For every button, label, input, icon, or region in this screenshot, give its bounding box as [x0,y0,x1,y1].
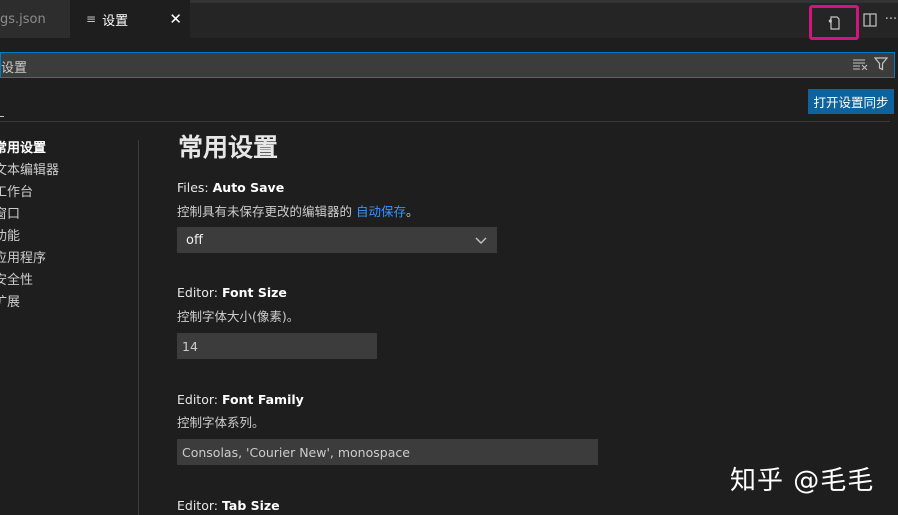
font-family-input[interactable]: Consolas, 'Courier New', monospace [177,439,598,465]
file-lines-icon: ≡ [86,12,97,26]
settings-search-box[interactable]: 设置 [0,52,895,78]
toc-item-window[interactable]: 窗口 [0,204,135,226]
section-heading: 常用设置 [178,133,279,162]
setting-title-auto-save: Files: Auto Save [177,180,284,195]
toc-item-common[interactable]: 常用设置 [0,138,135,160]
clear-filter-icon[interactable] [852,58,868,74]
divider [0,116,4,117]
setting-desc-font-family: 控制字体系列。 [177,415,265,430]
setting-name: Tab Size [221,498,280,513]
split-editor-icon [863,13,877,27]
setting-category: Files: [177,180,213,195]
divider [0,121,890,122]
desc-text: 控制具有未保存更改的编辑器的 [177,204,356,219]
close-icon[interactable]: ✕ [169,10,182,28]
setting-name: Font Size [221,285,287,300]
setting-name: Auto Save [212,180,285,195]
watermark: 知乎 @毛毛 [730,466,875,496]
toc-divider [138,140,139,515]
setting-category: Editor: [177,285,222,300]
setting-title-font-family: Editor: Font Family [177,392,304,407]
setting-category: Editor: [177,498,222,513]
open-settings-json-button[interactable] [809,5,859,40]
tab-label: 设置 [102,13,129,29]
open-settings-sync-button[interactable]: 打开设置同步 [808,89,894,114]
auto-save-link[interactable]: 自动保存 [356,204,406,219]
settings-toc: 常用设置 文本编辑器 工作台 窗口 功能 应用程序 安全性 扩展 [0,138,135,314]
setting-name: Font Family [221,392,304,407]
filter-icon[interactable] [873,57,889,75]
search-input[interactable]: 设置 [1,57,27,76]
select-value: off [186,232,203,248]
toc-item-text-editor[interactable]: 文本编辑器 [0,160,135,182]
setting-title-tab-size: Editor: Tab Size [177,498,280,513]
setting-category: Editor: [177,392,222,407]
split-editor-button[interactable] [862,12,878,28]
chevron-down-icon [475,237,487,244]
setting-desc-auto-save: 控制具有未保存更改的编辑器的 自动保存。 [177,201,419,220]
toc-item-application[interactable]: 应用程序 [0,248,135,270]
toc-item-features[interactable]: 功能 [0,226,135,248]
tab-settings[interactable]: ≡ 设置 ✕ [70,0,190,38]
toc-item-extensions[interactable]: 扩展 [0,292,135,314]
open-settings-json-icon [828,15,840,30]
setting-title-font-size: Editor: Font Size [177,285,287,300]
more-icon[interactable]: ··· [884,10,898,28]
toc-item-security[interactable]: 安全性 [0,270,135,292]
tab-settings-json[interactable]: gs.json [0,0,70,38]
desc-text: 。 [406,204,419,219]
tab-label: gs.json [0,11,46,27]
auto-save-select[interactable]: off [177,227,497,253]
setting-desc-font-size: 控制字体大小(像素)。 [177,309,300,324]
toc-item-workbench[interactable]: 工作台 [0,182,135,204]
font-size-input[interactable]: 14 [177,333,377,359]
